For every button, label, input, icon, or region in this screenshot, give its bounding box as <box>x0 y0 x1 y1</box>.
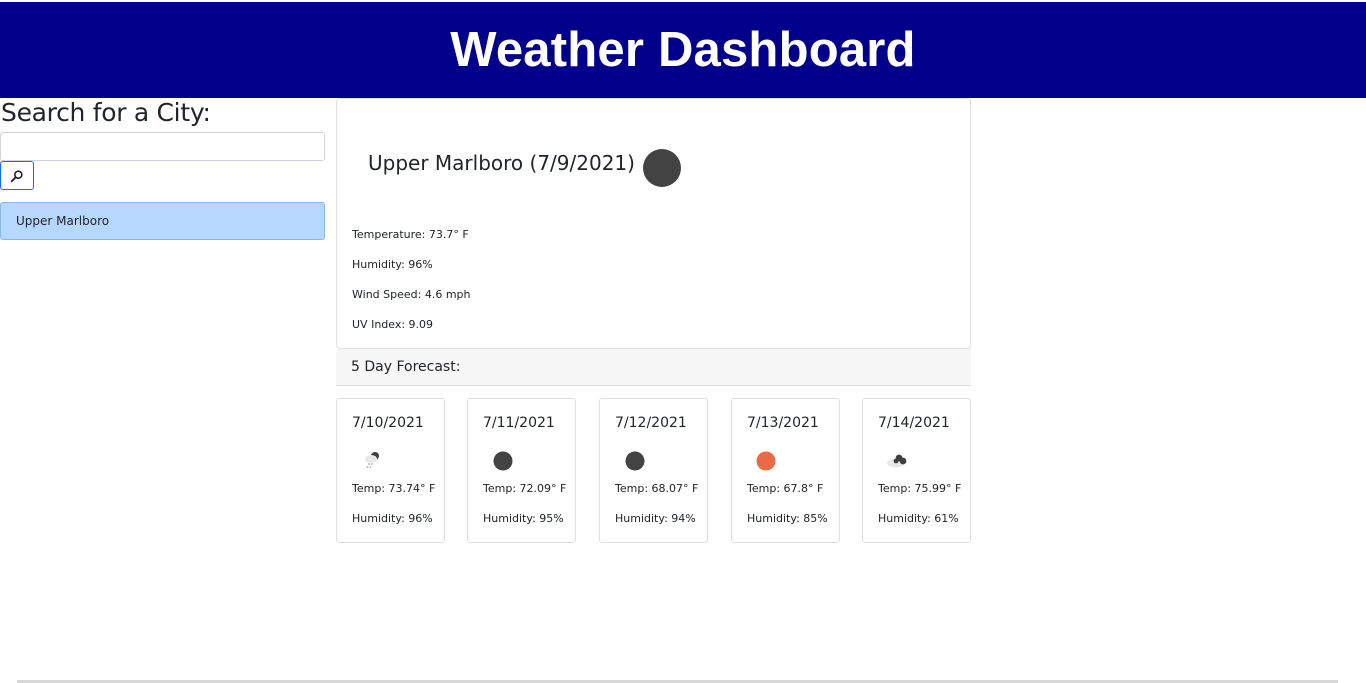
current-wind-speed: Wind Speed: 4.6 mph <box>352 288 471 301</box>
forecast-date: 7/13/2021 <box>747 415 819 431</box>
current-weather-icon <box>643 149 681 187</box>
forecast-temp: Temp: 75.99° F <box>878 482 962 495</box>
current-humidity: Humidity: 96% <box>352 258 433 271</box>
forecast-header: 5 Day Forecast: <box>336 349 971 386</box>
rain-cloud-icon <box>359 449 383 471</box>
forecast-humidity: Humidity: 95% <box>483 512 564 525</box>
forecast-date: 7/12/2021 <box>615 415 687 431</box>
history-item-upper-marlboro[interactable]: Upper Marlboro <box>0 202 325 240</box>
current-weather-card: Upper Marlboro (7/9/2021) Temperature: 7… <box>336 98 971 349</box>
forecast-card: 7/10/2021 Temp: 73.74° F Humidity: 96% <box>336 398 445 543</box>
page-title: Weather Dashboard <box>450 23 916 77</box>
current-city-title: Upper Marlboro (7/9/2021) <box>368 151 635 175</box>
forecast-humidity: Humidity: 96% <box>352 512 433 525</box>
sun-icon <box>754 449 778 471</box>
search-button[interactable] <box>0 161 34 190</box>
forecast-temp: Temp: 72.09° F <box>483 482 567 495</box>
broken-clouds-icon <box>883 449 907 471</box>
page-header: Weather Dashboard <box>0 2 1366 98</box>
forecast-card: 7/13/2021 Temp: 67.8° F Humidity: 85% <box>731 398 840 543</box>
forecast-temp: Temp: 67.8° F <box>747 482 824 495</box>
city-search-input[interactable] <box>0 132 325 161</box>
current-uv-index: UV Index: 9.09 <box>352 318 434 331</box>
forecast-humidity: Humidity: 85% <box>747 512 828 525</box>
forecast-humidity: Humidity: 94% <box>615 512 696 525</box>
search-icon <box>10 169 24 183</box>
forecast-card: 7/12/2021 Temp: 68.07° F Humidity: 94% <box>599 398 708 543</box>
forecast-temp: Temp: 73.74° F <box>352 482 436 495</box>
forecast-date: 7/11/2021 <box>483 415 555 431</box>
forecast-card: 7/11/2021 Temp: 72.09° F Humidity: 95% <box>467 398 576 543</box>
dark-circle-icon <box>622 449 646 471</box>
dark-circle-icon <box>490 449 514 471</box>
forecast-date: 7/14/2021 <box>878 415 950 431</box>
search-title: Search for a City: <box>1 98 211 127</box>
search-history-list: Upper Marlboro <box>0 202 325 240</box>
forecast-card: 7/14/2021 Temp: 75.99° F Humidity: 61% <box>862 398 971 543</box>
forecast-temp: Temp: 68.07° F <box>615 482 699 495</box>
forecast-date: 7/10/2021 <box>352 415 424 431</box>
current-temperature: Temperature: 73.7° F <box>352 228 469 241</box>
forecast-humidity: Humidity: 61% <box>878 512 959 525</box>
